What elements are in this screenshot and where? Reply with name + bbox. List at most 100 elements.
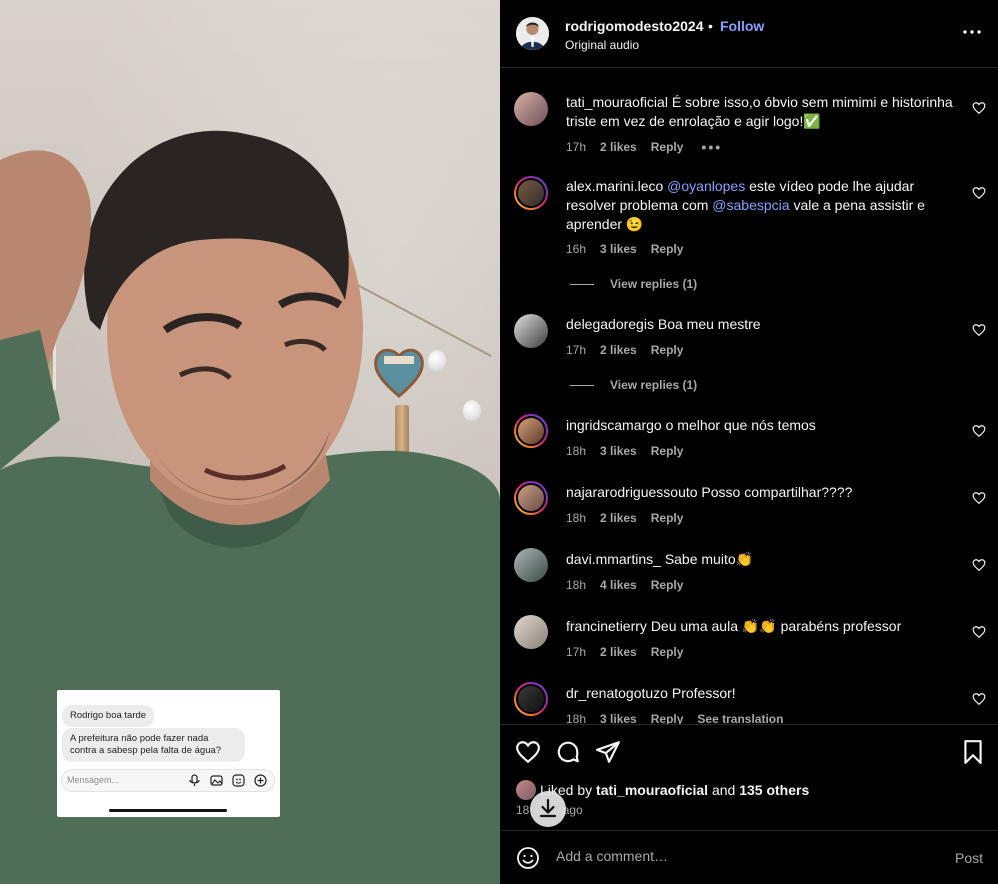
liked-by-and: and	[711, 782, 736, 798]
comment-text: francinetierry Deu uma aula 👏👏 parabéns …	[566, 617, 961, 636]
author-avatar[interactable]	[516, 17, 549, 50]
like-heart-icon[interactable]	[515, 739, 541, 765]
comment-meta: 17h 2 likes Reply •••	[566, 139, 722, 155]
comment-text: tati_mouraoficial É sobre isso,o óbvio s…	[566, 93, 961, 131]
comment-time: 16h	[566, 242, 587, 256]
reply-button[interactable]: Reply	[651, 242, 684, 256]
gallery-icon	[209, 773, 224, 788]
like-heart-icon[interactable]	[972, 491, 986, 505]
commenter-username[interactable]: ingridscamargo	[566, 417, 662, 433]
comment-text: davi.mmartins_ Sabe muito👏	[566, 550, 961, 569]
audio-link[interactable]: Original audio	[565, 38, 639, 52]
post-header: rodrigomodesto2024 • Follow Original aud…	[500, 0, 998, 68]
comment-bubble-icon[interactable]	[555, 739, 581, 765]
comment-body: Professor!	[671, 685, 736, 701]
home-indicator	[109, 809, 227, 812]
like-heart-icon[interactable]	[972, 101, 986, 115]
commenter-username[interactable]: davi.mmartins_	[566, 551, 661, 567]
comment-text: ingridscamargo o melhor que nós temos	[566, 416, 961, 435]
reply-button[interactable]: Reply	[651, 444, 684, 458]
commenter-username[interactable]: francinetierry	[566, 618, 647, 634]
commenter-username[interactable]: dr_renatogotuzo	[566, 685, 668, 701]
comment-time: 18h	[566, 444, 587, 458]
comment-time: 17h	[566, 645, 587, 659]
comment-body: Posso compartilhar????	[701, 484, 853, 500]
comment-likes[interactable]: 2 likes	[600, 645, 637, 659]
comment-likes[interactable]: 2 likes	[600, 343, 637, 357]
commenter-username[interactable]: alex.marini.leco	[566, 178, 663, 194]
likes-count-link[interactable]: 135 others	[739, 782, 809, 798]
commenter-avatar[interactable]	[514, 481, 548, 515]
like-heart-icon[interactable]	[972, 625, 986, 639]
reply-button[interactable]: Reply	[651, 578, 684, 592]
commenter-username[interactable]: tati_mouraoficial	[566, 94, 668, 110]
like-heart-icon[interactable]	[972, 424, 986, 438]
separator-dot: •	[708, 18, 713, 34]
commenter-username[interactable]: delegadoregis	[566, 316, 654, 332]
more-options-icon[interactable]	[960, 20, 984, 44]
comment-meta: 18h 4 likes Reply	[566, 578, 683, 592]
commenter-avatar[interactable]	[514, 92, 548, 126]
share-paper-plane-icon[interactable]	[595, 739, 621, 765]
comment-time: 17h	[566, 140, 587, 154]
mention-link[interactable]: @oyanlopes	[667, 178, 745, 194]
author-username[interactable]: rodrigomodesto2024	[565, 18, 703, 34]
plus-circle-icon	[253, 773, 268, 788]
comment-time: 18h	[566, 511, 587, 525]
chat-message: Rodrigo boa tarde	[62, 705, 155, 727]
comment-list[interactable]: tati_mouraoficial É sobre isso,o óbvio s…	[500, 68, 998, 724]
comment-time: 18h	[566, 712, 587, 724]
like-heart-icon[interactable]	[972, 186, 986, 200]
comment-meta: 18h 3 likes Reply	[566, 444, 683, 458]
reel-video[interactable]: Rodrigo boa tarde A prefeitura não pode …	[0, 0, 500, 884]
reply-button[interactable]: Reply	[651, 645, 684, 659]
comment-likes[interactable]: 2 likes	[600, 140, 637, 154]
post-time-value: 18	[516, 803, 530, 817]
comment-likes[interactable]: 3 likes	[600, 712, 637, 724]
comment-likes[interactable]: 2 likes	[600, 511, 637, 525]
commenter-avatar[interactable]	[514, 314, 548, 348]
comment-likes[interactable]: 3 likes	[600, 444, 637, 458]
comment-body: Sabe muito👏	[664, 551, 754, 567]
like-heart-icon[interactable]	[972, 558, 986, 572]
view-replies-label: View replies (1)	[610, 378, 698, 392]
comments-panel: rodrigomodesto2024 • Follow Original aud…	[500, 0, 998, 884]
view-replies-button[interactable]: View replies (1)	[570, 277, 697, 291]
comment-time: 17h	[566, 343, 587, 357]
commenter-avatar[interactable]	[514, 548, 548, 582]
comment-meta: 17h 2 likes Reply	[566, 645, 683, 659]
comment-likes[interactable]: 4 likes	[600, 578, 637, 592]
like-heart-icon[interactable]	[972, 692, 986, 706]
comment-meta: 16h 3 likes Reply	[566, 242, 683, 256]
view-replies-button[interactable]: View replies (1)	[570, 378, 697, 392]
post-button[interactable]: Post	[955, 850, 983, 866]
emoji-icon[interactable]	[516, 846, 540, 870]
comment-meta: 17h 2 likes Reply	[566, 343, 683, 357]
comment-likes[interactable]: 3 likes	[600, 242, 637, 256]
reply-button[interactable]: Reply	[651, 712, 684, 724]
comment-time: 18h	[566, 578, 587, 592]
bookmark-icon[interactable]	[960, 739, 986, 765]
reply-button[interactable]: Reply	[651, 140, 684, 154]
reply-button[interactable]: Reply	[651, 511, 684, 525]
download-icon	[539, 798, 557, 818]
mention-link[interactable]: @sabespcia	[712, 197, 789, 213]
comment-more-button[interactable]: •••	[701, 139, 722, 155]
reply-button[interactable]: Reply	[651, 343, 684, 357]
commenter-avatar[interactable]	[514, 682, 548, 716]
commenter-avatar[interactable]	[514, 414, 548, 448]
liker-username[interactable]: tati_mouraoficial	[596, 782, 708, 798]
follow-button[interactable]: Follow	[720, 18, 764, 34]
commenter-avatar[interactable]	[514, 176, 548, 210]
add-comment-input[interactable]	[556, 848, 936, 864]
download-button[interactable]	[530, 791, 566, 827]
chat-message-bar: Mensagem...	[61, 769, 275, 792]
replies-divider	[570, 283, 594, 285]
see-translation-button[interactable]: See translation	[697, 712, 783, 724]
view-replies-label: View replies (1)	[610, 277, 698, 291]
sticker-icon	[231, 773, 246, 788]
chat-screenshot-overlay: Rodrigo boa tarde A prefeitura não pode …	[57, 690, 280, 817]
commenter-avatar[interactable]	[514, 615, 548, 649]
commenter-username[interactable]: najararodriguessouto	[566, 484, 698, 500]
like-heart-icon[interactable]	[972, 323, 986, 337]
